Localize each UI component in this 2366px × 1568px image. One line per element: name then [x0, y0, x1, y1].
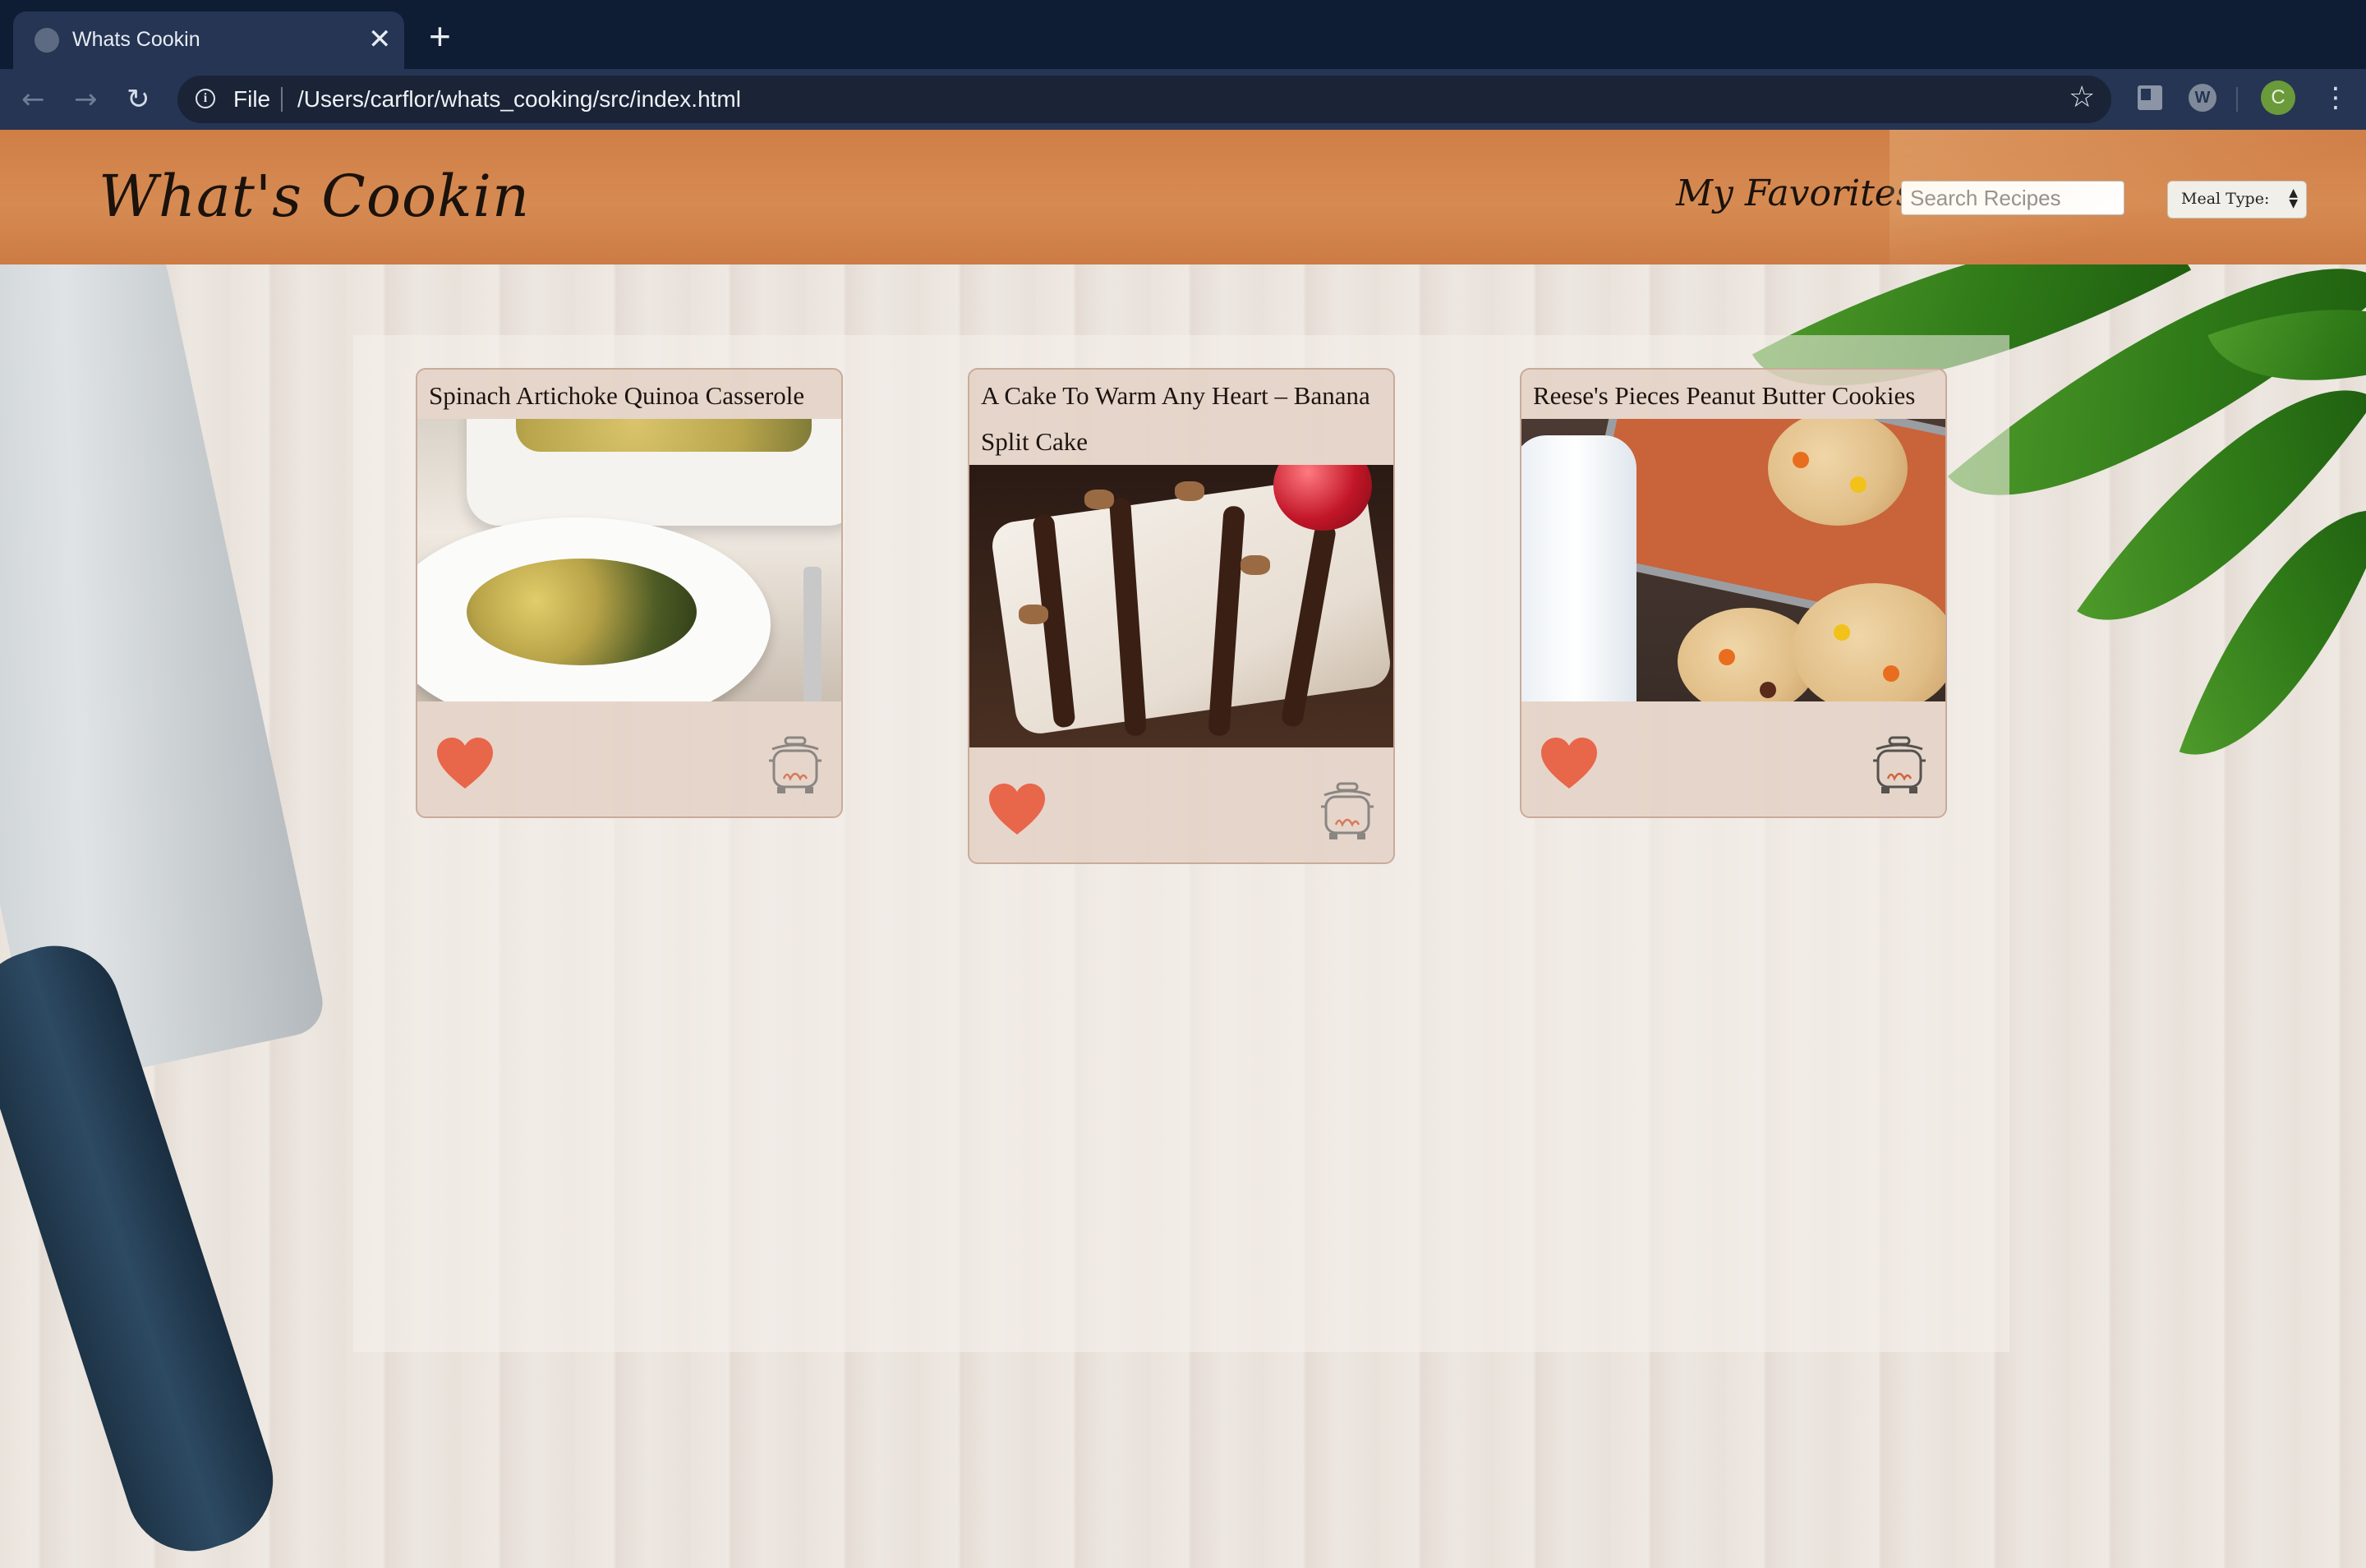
new-tab-button[interactable]: +: [429, 17, 451, 55]
address-divider: [281, 87, 283, 112]
recipe-card[interactable]: Reese's Pieces Peanut Butter Cookies: [1520, 368, 1947, 818]
browser-toolbar: ← → ↻ i File /Users/carflor/whats_cookin…: [0, 69, 2366, 130]
globe-icon: [35, 28, 59, 53]
extension-w-icon[interactable]: W: [2189, 84, 2216, 112]
pot-icon[interactable]: [767, 736, 823, 795]
recipe-container: Spinach Artichoke Quinoa Casserole A Cak: [353, 335, 2009, 1352]
pot-icon[interactable]: [1319, 782, 1375, 841]
meal-type-label: Meal Type:: [2181, 190, 2270, 208]
heart-icon[interactable]: [435, 736, 495, 790]
site-header: What's Cookin My Favorites Meal Type: ▲▼: [0, 130, 2366, 264]
extension-icon[interactable]: [2138, 85, 2162, 110]
select-arrows-icon: ▲ ▼: [2289, 186, 2298, 210]
forward-arrow-icon[interactable]: →: [74, 79, 98, 120]
recipe-title[interactable]: Spinach Artichoke Quinoa Casserole: [417, 370, 841, 419]
pot-icon[interactable]: [1871, 736, 1927, 795]
site-logo[interactable]: What's Cookin: [99, 163, 530, 230]
profile-avatar[interactable]: C: [2261, 80, 2295, 115]
info-icon[interactable]: i: [196, 89, 215, 108]
address-scheme: File: [233, 86, 271, 112]
browser-menu-icon[interactable]: ⋮: [2322, 79, 2350, 117]
browser-tab[interactable]: Whats Cookin ✕: [13, 11, 404, 69]
my-favorites-link[interactable]: My Favorites: [1676, 172, 1914, 214]
search-recipes-input[interactable]: [1901, 181, 2124, 215]
recipe-card[interactable]: A Cake To Warm Any Heart – Banana Split …: [968, 368, 1395, 864]
recipe-title[interactable]: A Cake To Warm Any Heart – Banana Split …: [969, 370, 1393, 465]
meal-type-select[interactable]: Meal Type: ▲ ▼: [2167, 181, 2307, 218]
card-footer: [969, 747, 1393, 862]
address-url[interactable]: /Users/carflor/whats_cooking/src/index.h…: [297, 86, 741, 113]
toolbar-divider: [2236, 87, 2238, 112]
browser-tab-strip: Whats Cookin ✕ +: [0, 0, 2366, 69]
close-tab-icon[interactable]: ✕: [368, 21, 392, 57]
heart-icon[interactable]: [1540, 736, 1599, 790]
recipe-image[interactable]: [417, 419, 841, 701]
address-bar[interactable]: i File /Users/carflor/whats_cooking/src/…: [177, 76, 2111, 123]
reload-icon[interactable]: ↻: [127, 79, 150, 120]
card-footer: [1521, 701, 1945, 816]
back-arrow-icon[interactable]: ←: [21, 79, 45, 120]
bookmark-star-icon[interactable]: ☆: [2069, 80, 2095, 114]
tab-title: Whats Cookin: [72, 28, 200, 51]
card-footer: [417, 701, 841, 816]
heart-icon[interactable]: [987, 782, 1047, 836]
recipe-card[interactable]: Spinach Artichoke Quinoa Casserole: [416, 368, 843, 818]
recipe-title[interactable]: Reese's Pieces Peanut Butter Cookies: [1521, 370, 1945, 419]
recipe-image[interactable]: [1521, 419, 1945, 701]
recipe-image[interactable]: [969, 465, 1393, 747]
